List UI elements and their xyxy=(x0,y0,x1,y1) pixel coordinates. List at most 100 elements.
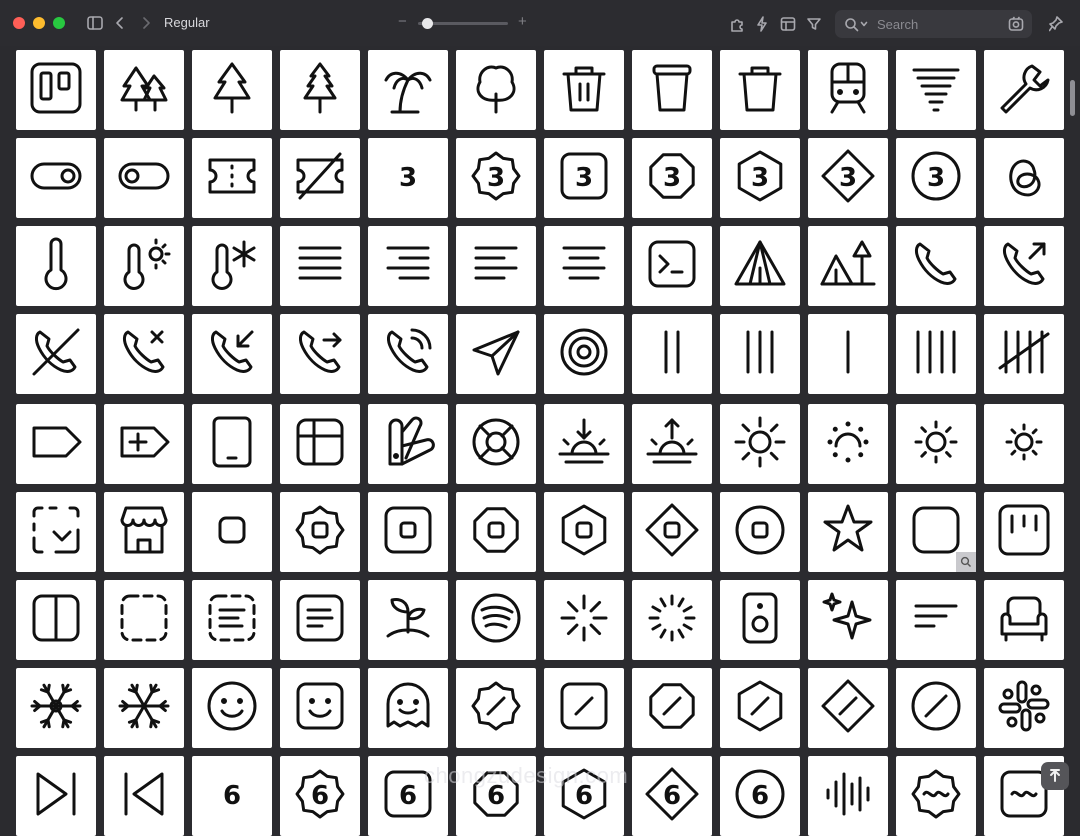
icon-tile[interactable] xyxy=(984,50,1064,130)
icon-tile[interactable] xyxy=(456,314,536,394)
icon-tile[interactable] xyxy=(720,50,800,130)
icon-tile[interactable] xyxy=(104,314,184,394)
icon-tile[interactable] xyxy=(984,580,1064,660)
icon-tile[interactable] xyxy=(104,226,184,306)
icon-tile[interactable] xyxy=(368,492,448,572)
icon-tile[interactable] xyxy=(808,580,888,660)
icon-tile[interactable] xyxy=(544,668,624,748)
icon-tile[interactable] xyxy=(984,668,1064,748)
icon-tile[interactable] xyxy=(984,492,1064,572)
close-window-button[interactable] xyxy=(13,17,25,29)
icon-tile[interactable] xyxy=(368,50,448,130)
icon-tile[interactable] xyxy=(192,492,272,572)
sidebar-toggle-icon[interactable] xyxy=(86,15,104,31)
icon-tile[interactable] xyxy=(720,226,800,306)
icon-tile[interactable]: 6 xyxy=(720,756,800,836)
zoom-out-icon[interactable]: − xyxy=(398,13,407,30)
icon-tile[interactable] xyxy=(192,226,272,306)
icon-tile[interactable] xyxy=(544,226,624,306)
icon-tile[interactable] xyxy=(104,50,184,130)
icon-tile[interactable] xyxy=(368,314,448,394)
back-icon[interactable] xyxy=(114,15,126,31)
icon-tile[interactable] xyxy=(192,314,272,394)
zoom-window-button[interactable] xyxy=(53,17,65,29)
icon-tile[interactable] xyxy=(16,138,96,218)
icon-tile[interactable] xyxy=(896,314,976,394)
icon-tile[interactable] xyxy=(104,580,184,660)
icon-tile[interactable] xyxy=(192,138,272,218)
icon-tile[interactable] xyxy=(280,580,360,660)
icon-tile[interactable] xyxy=(896,226,976,306)
icon-tile[interactable] xyxy=(720,404,800,484)
icon-tile[interactable] xyxy=(632,404,712,484)
icon-tile[interactable] xyxy=(16,580,96,660)
zoom-slider-knob[interactable] xyxy=(422,18,433,29)
icon-tile[interactable] xyxy=(456,50,536,130)
chevron-down-icon[interactable] xyxy=(859,16,869,32)
icon-tile[interactable] xyxy=(808,756,888,836)
zoom-preview-icon[interactable] xyxy=(956,552,976,572)
icon-tile[interactable]: 3 xyxy=(632,138,712,218)
icon-tile[interactable] xyxy=(16,404,96,484)
icon-tile[interactable] xyxy=(280,226,360,306)
icon-tile[interactable] xyxy=(368,668,448,748)
icon-tile[interactable] xyxy=(456,492,536,572)
icon-tile[interactable] xyxy=(808,50,888,130)
icon-tile[interactable] xyxy=(632,580,712,660)
icon-tile[interactable] xyxy=(280,668,360,748)
icon-tile[interactable] xyxy=(544,580,624,660)
icon-tile[interactable] xyxy=(104,404,184,484)
icon-tile[interactable] xyxy=(280,50,360,130)
zoom-in-icon[interactable]: + xyxy=(518,13,527,30)
minimize-window-button[interactable] xyxy=(33,17,45,29)
icon-tile[interactable] xyxy=(280,492,360,572)
icon-tile[interactable]: 6 xyxy=(280,756,360,836)
icon-tile[interactable] xyxy=(544,50,624,130)
icon-tile[interactable] xyxy=(280,314,360,394)
icon-tile[interactable] xyxy=(544,492,624,572)
icon-tile[interactable] xyxy=(192,668,272,748)
icon-tile[interactable] xyxy=(720,580,800,660)
icon-tile[interactable] xyxy=(632,668,712,748)
icon-tile[interactable] xyxy=(280,138,360,218)
icon-tile[interactable] xyxy=(720,668,800,748)
icon-tile[interactable] xyxy=(16,50,96,130)
icon-tile[interactable]: 3 xyxy=(368,138,448,218)
layout-icon[interactable] xyxy=(779,15,797,33)
icon-tile[interactable] xyxy=(104,492,184,572)
icon-tile[interactable]: 3 xyxy=(808,138,888,218)
icon-tile[interactable] xyxy=(896,580,976,660)
scan-icon[interactable] xyxy=(1007,15,1025,33)
bolt-icon[interactable] xyxy=(754,15,770,33)
icon-tile[interactable] xyxy=(632,314,712,394)
icon-tile[interactable]: 3 xyxy=(544,138,624,218)
icon-tile[interactable]: 6 xyxy=(632,756,712,836)
icon-tile[interactable] xyxy=(456,404,536,484)
icon-tile[interactable] xyxy=(456,668,536,748)
icon-tile[interactable] xyxy=(104,668,184,748)
icon-tile[interactable] xyxy=(104,756,184,836)
pin-icon[interactable] xyxy=(1047,15,1065,33)
icon-tile[interactable] xyxy=(456,226,536,306)
icon-tile[interactable] xyxy=(896,50,976,130)
icon-tile[interactable] xyxy=(896,668,976,748)
icon-tile[interactable] xyxy=(16,492,96,572)
scroll-to-top-button[interactable] xyxy=(1041,762,1069,790)
icon-tile[interactable] xyxy=(720,314,800,394)
search-box[interactable]: Search xyxy=(835,10,1032,38)
icon-tile[interactable] xyxy=(16,756,96,836)
icon-tile[interactable] xyxy=(192,404,272,484)
icon-tile[interactable] xyxy=(192,580,272,660)
icon-tile[interactable] xyxy=(808,404,888,484)
icon-tile[interactable] xyxy=(896,404,976,484)
icon-tile[interactable] xyxy=(984,314,1064,394)
icon-tile[interactable] xyxy=(16,314,96,394)
icon-tile[interactable] xyxy=(984,404,1064,484)
icon-tile[interactable] xyxy=(808,492,888,572)
icon-tile[interactable] xyxy=(632,492,712,572)
icon-tile[interactable] xyxy=(544,314,624,394)
icon-tile[interactable] xyxy=(808,314,888,394)
icon-tile[interactable] xyxy=(456,580,536,660)
icon-tile[interactable] xyxy=(632,50,712,130)
icon-tile[interactable] xyxy=(984,226,1064,306)
